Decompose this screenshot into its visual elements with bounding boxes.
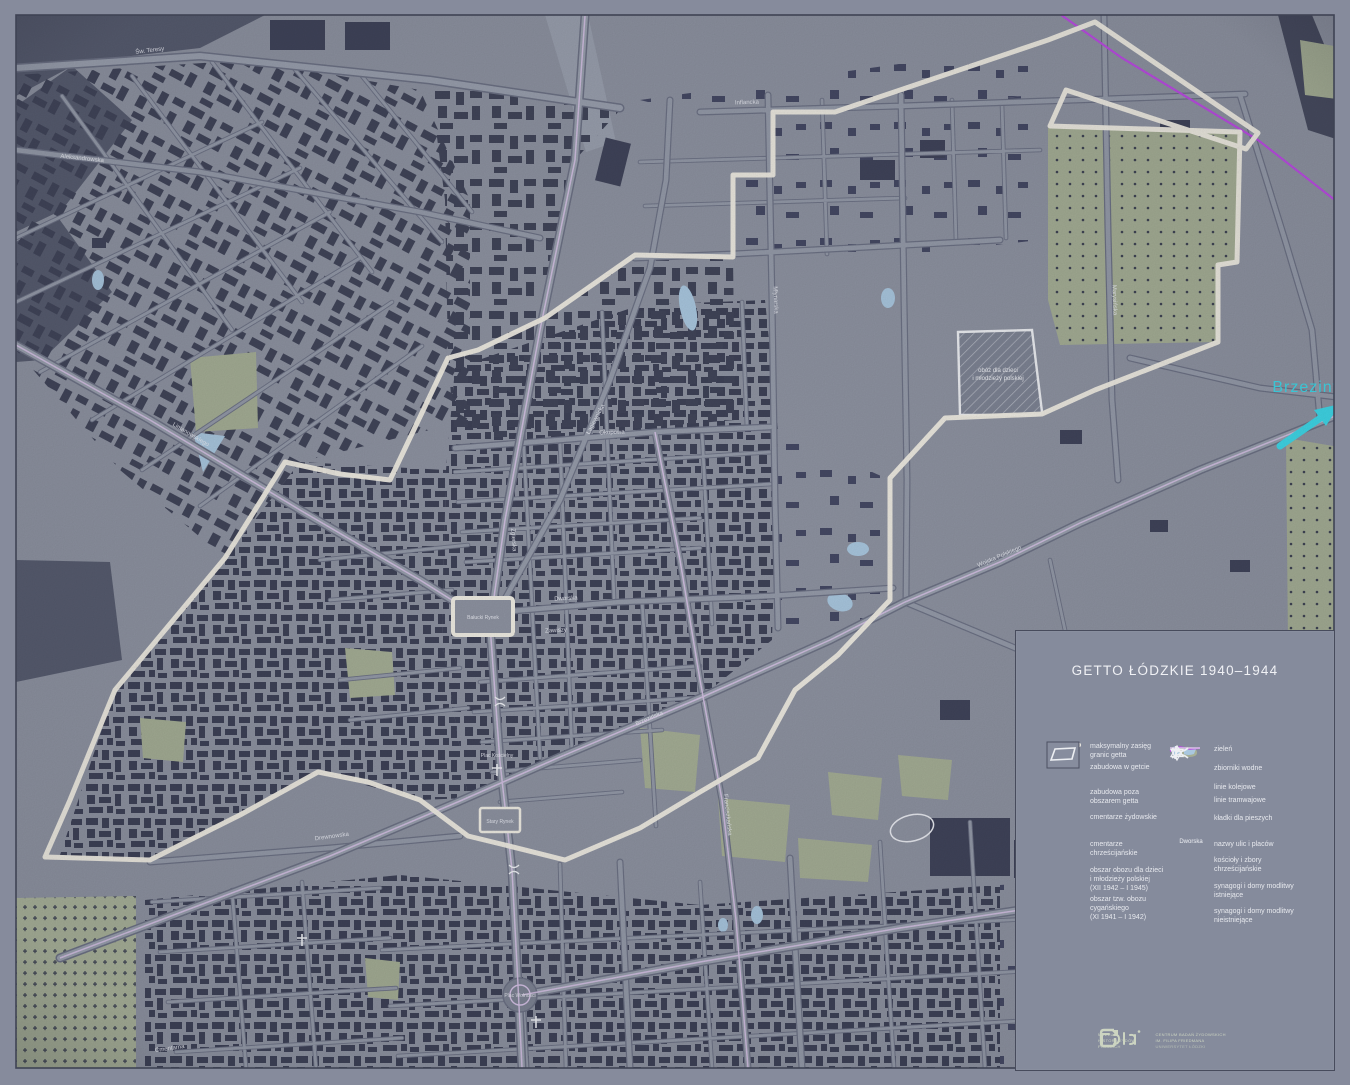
street-name-sample: Dworska [1168, 839, 1214, 845]
legend-item-children-camp: obszar obozu dla dzieci i młodzieży pols… [1046, 865, 1168, 894]
legend-item-jewish-cemetery: cmentarze żydowskie [1046, 812, 1168, 839]
legend-item-railway: linie kolejowe [1168, 782, 1328, 795]
legend-item-builtout: zabudowa poza obszarem getta [1046, 787, 1168, 812]
ghetto-map-poster: obóz dla dzieci i młodzieży polskiej Św.… [0, 0, 1350, 1085]
map-title: GETTO ŁÓDZKIE 1940–1944 [1016, 663, 1334, 678]
legend-right-column: zieleń zbiorniki wodne linie kolejowe li… [1168, 744, 1328, 931]
legend-item-water: zbiorniki wodne [1168, 763, 1328, 782]
cbz-logo-icon [1098, 1026, 1120, 1050]
legend-item-christian-cemetery: cmentarze chrześcijańskie [1046, 839, 1168, 865]
cbz-logo-group: CENTRUM BADAŃ ŻYDOWSKICH IM. FILIPA FRIE… [1155, 1026, 1225, 1056]
cbz-logo-text: CENTRUM BADAŃ ŻYDOWSKICH IM. FILIPA FRIE… [1155, 1026, 1225, 1056]
legend-item-footbridge: kładki dla pieszych [1168, 813, 1328, 839]
legend-item-churches: kościoły i zbory chrześcijańskie [1168, 855, 1328, 881]
legend-item-gypsy-camp: obszar tzw. obozu cygańskiego (XI 1941 –… [1046, 894, 1168, 924]
legend-item-synagogues-gone: synagogi i domy modlitwy nieistniejące [1168, 906, 1328, 931]
legend-item-street-names: Dworska nazwy ulic i placów [1168, 839, 1328, 855]
legend-item-synagogues-existing: synagogi i domy modlitwy istniejące [1168, 881, 1328, 906]
legend-credits: MUZEUM HISTORII ŻYDÓW POLSKICH CENTRUM B… [1098, 1026, 1226, 1056]
legend-left-column: maksymalny zasięg granic getta zabudowa … [1046, 741, 1168, 924]
legend-panel: GETTO ŁÓDZKIE 1940–1944 maksymalny zasię… [1015, 630, 1335, 1071]
legend-item-tram: linie tramwajowe [1168, 795, 1328, 813]
